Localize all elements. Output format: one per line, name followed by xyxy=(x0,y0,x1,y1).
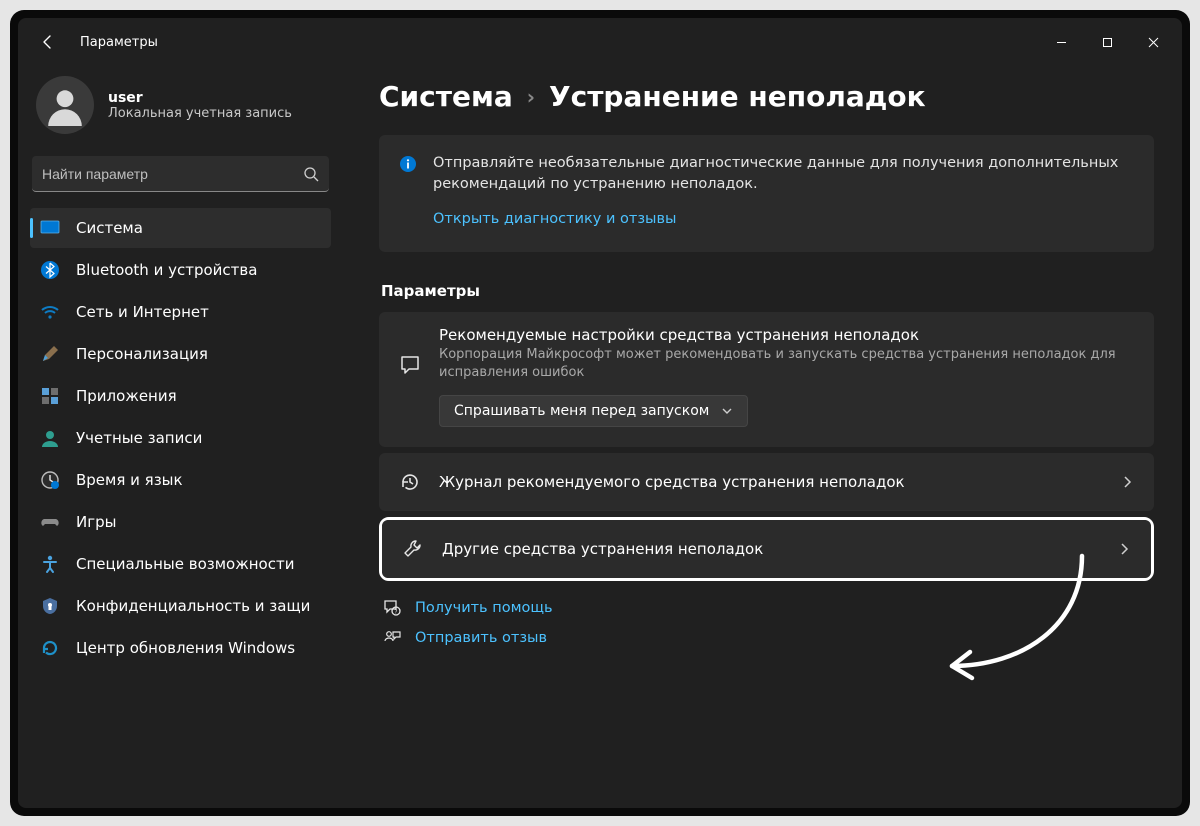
close-button[interactable] xyxy=(1130,26,1176,58)
sidebar-item-label: Специальные возможности xyxy=(76,555,294,573)
sidebar-item-label: Bluetooth и устройства xyxy=(76,261,257,279)
info-banner: Отправляйте необязательные диагностическ… xyxy=(379,135,1154,252)
window-controls xyxy=(1038,26,1176,58)
get-help-link[interactable]: ? Получить помощь xyxy=(383,599,1154,617)
update-icon xyxy=(40,638,60,658)
search-box[interactable] xyxy=(32,156,329,192)
search-input[interactable] xyxy=(42,166,303,182)
sidebar-item-bluetooth[interactable]: Bluetooth и устройства xyxy=(30,250,331,290)
sidebar-item-gaming[interactable]: Игры xyxy=(30,502,331,542)
back-button[interactable] xyxy=(30,24,66,60)
clock-icon xyxy=(40,470,60,490)
recommended-settings-card: Рекомендуемые настройки средства устране… xyxy=(379,312,1154,447)
user-name: user xyxy=(108,90,292,106)
chevron-right-icon xyxy=(1117,542,1131,556)
row-label: Другие средства устранения неполадок xyxy=(442,540,1099,558)
help-chat-icon: ? xyxy=(383,599,401,617)
sidebar-item-network[interactable]: Сеть и Интернет xyxy=(30,292,331,332)
dropdown-value: Спрашивать меня перед запуском xyxy=(454,403,709,419)
chat-icon xyxy=(399,354,421,376)
arrow-left-icon xyxy=(40,34,56,50)
sidebar-item-label: Учетные записи xyxy=(76,429,202,447)
accounts-icon xyxy=(40,428,60,448)
feedback-link[interactable]: Отправить отзыв xyxy=(383,629,1154,647)
info-body: Отправляйте необязательные диагностическ… xyxy=(433,153,1134,230)
info-text: Отправляйте необязательные диагностическ… xyxy=(433,153,1134,195)
sidebar-item-label: Персонализация xyxy=(76,345,208,363)
avatar xyxy=(36,76,94,134)
app-title: Параметры xyxy=(80,35,158,50)
maximize-button[interactable] xyxy=(1084,26,1130,58)
sidebar-item-label: Игры xyxy=(76,513,116,531)
recommended-title: Рекомендуемые настройки средства устране… xyxy=(439,326,1134,344)
sidebar-item-label: Время и язык xyxy=(76,471,183,489)
help-links: ? Получить помощь Отправить отзыв xyxy=(379,599,1154,647)
user-block[interactable]: user Локальная учетная запись xyxy=(28,66,333,152)
sidebar-item-accounts[interactable]: Учетные записи xyxy=(30,418,331,458)
minimize-icon xyxy=(1056,37,1067,48)
minimize-button[interactable] xyxy=(1038,26,1084,58)
other-troubleshooters-row[interactable]: Другие средства устранения неполадок xyxy=(382,520,1151,578)
sidebar-item-label: Сеть и Интернет xyxy=(76,303,209,321)
history-icon xyxy=(399,471,421,493)
person-icon xyxy=(44,84,86,126)
display-icon xyxy=(40,218,60,238)
troubleshooter-history-row[interactable]: Журнал рекомендуемого средства устранени… xyxy=(379,453,1154,511)
svg-text:?: ? xyxy=(395,610,398,616)
open-diagnostics-link[interactable]: Открыть диагностику и отзывы xyxy=(433,209,676,230)
sidebar-item-label: Конфиденциальность и защи xyxy=(76,597,310,615)
maximize-icon xyxy=(1102,37,1113,48)
chevron-down-icon xyxy=(721,405,733,417)
titlebar: Параметры xyxy=(18,18,1182,66)
highlight-annotation: Другие средства устранения неполадок xyxy=(379,517,1154,581)
sidebar-item-accessibility[interactable]: Специальные возможности xyxy=(30,544,331,584)
sidebar-item-label: Приложения xyxy=(76,387,177,405)
main-content: Система › Устранение неполадок Отправляй… xyxy=(343,66,1182,808)
sidebar-item-label: Система xyxy=(76,219,143,237)
paint-icon xyxy=(40,344,60,364)
search-icon xyxy=(303,166,319,182)
breadcrumb-parent[interactable]: Система xyxy=(379,80,513,113)
help-link-label: Отправить отзыв xyxy=(415,630,547,646)
help-link-label: Получить помощь xyxy=(415,600,553,616)
apps-icon xyxy=(40,386,60,406)
accessibility-icon xyxy=(40,554,60,574)
shield-icon xyxy=(40,596,60,616)
sidebar: user Локальная учетная запись Система Bl… xyxy=(18,66,343,808)
wifi-icon xyxy=(40,302,60,322)
content: user Локальная учетная запись Система Bl… xyxy=(18,66,1182,808)
user-info: user Локальная учетная запись xyxy=(108,90,292,121)
recommended-desc: Корпорация Майкрософт может рекомендоват… xyxy=(439,346,1134,381)
breadcrumb: Система › Устранение неполадок xyxy=(379,80,1154,113)
sidebar-item-update[interactable]: Центр обновления Windows xyxy=(30,628,331,668)
feedback-icon xyxy=(383,629,401,647)
wrench-icon xyxy=(402,538,424,560)
page-title: Устранение неполадок xyxy=(549,80,926,113)
sidebar-item-system[interactable]: Система xyxy=(30,208,331,248)
bluetooth-icon xyxy=(40,260,60,280)
info-icon xyxy=(399,155,417,173)
nav: Система Bluetooth и устройства Сеть и Ин… xyxy=(28,208,333,668)
section-title: Параметры xyxy=(381,282,1154,300)
user-type: Локальная учетная запись xyxy=(108,106,292,121)
sidebar-item-personalization[interactable]: Персонализация xyxy=(30,334,331,374)
sidebar-item-label: Центр обновления Windows xyxy=(76,639,295,657)
sidebar-item-privacy[interactable]: Конфиденциальность и защи xyxy=(30,586,331,626)
gamepad-icon xyxy=(40,512,60,532)
row-label: Журнал рекомендуемого средства устранени… xyxy=(439,473,1102,491)
close-icon xyxy=(1148,37,1159,48)
settings-window: Параметры user xyxy=(18,18,1182,808)
sidebar-item-apps[interactable]: Приложения xyxy=(30,376,331,416)
recommended-dropdown[interactable]: Спрашивать меня перед запуском xyxy=(439,395,748,427)
chevron-right-icon: › xyxy=(527,85,535,109)
sidebar-item-timelang[interactable]: Время и язык xyxy=(30,460,331,500)
chevron-right-icon xyxy=(1120,475,1134,489)
